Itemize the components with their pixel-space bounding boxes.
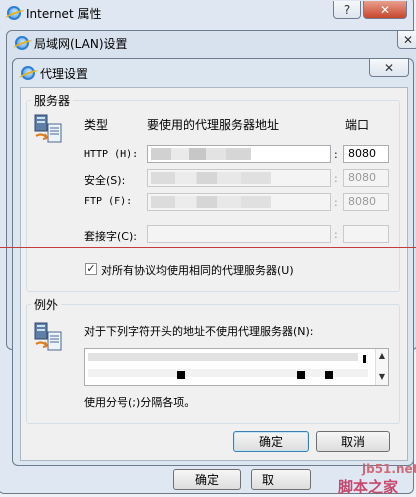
proxy-settings-dialog: 代理设置 ✕ 服务器 类型 要使用的代理服务器地址 端口 HTTP (H): :… (12, 58, 414, 466)
address-column-header: 要使用的代理服务器地址 (147, 118, 280, 132)
help-button[interactable]: ? (333, 1, 361, 19)
scroll-down-icon[interactable]: ▼ (376, 370, 388, 383)
internet-properties-ok-button[interactable]: 确定 (173, 469, 241, 490)
watermark-site: jb51.net (362, 462, 416, 476)
ftp-separator: : (334, 196, 338, 209)
same-proxy-label[interactable]: 对所有协议均使用相同的代理服务器(U) (101, 262, 294, 278)
ftp-port-input[interactable]: 8080 (343, 193, 389, 211)
http-port-input[interactable]: 8080 (343, 145, 389, 163)
secure-label: 安全(S): (84, 174, 126, 187)
secure-address-input[interactable] (147, 169, 331, 187)
internet-explorer-icon (15, 36, 29, 50)
close-button[interactable]: ✕ (363, 1, 407, 19)
server-network-icon (34, 114, 62, 143)
exceptions-instruction: 对于下列字符开头的地址不使用代理服务器(N): (84, 325, 314, 338)
scroll-up-icon[interactable]: ▲ (376, 349, 388, 362)
check-icon: ✓ (86, 262, 96, 275)
help-icon: ? (343, 2, 351, 17)
port-column-header: 端口 (345, 118, 370, 132)
proxy-settings-body: 服务器 类型 要使用的代理服务器地址 端口 HTTP (H): : 8080 安… (20, 87, 408, 461)
http-separator: : (334, 148, 338, 161)
secure-separator: : (334, 172, 338, 185)
servers-legend: 服务器 (34, 94, 71, 108)
same-proxy-checkbox[interactable]: ✓ (85, 263, 97, 275)
ftp-label: FTP (F): (84, 196, 133, 207)
internet-explorer-icon (7, 6, 21, 20)
socks-port-input[interactable] (343, 225, 389, 243)
internet-explorer-icon (21, 66, 35, 80)
http-label: HTTP (H): (84, 149, 139, 160)
close-icon: ✕ (383, 60, 395, 75)
ok-button[interactable]: 确定 (233, 431, 309, 452)
proxy-close-button[interactable]: ✕ (369, 59, 409, 77)
close-icon: ✕ (379, 2, 391, 17)
exceptions-textarea[interactable]: ▲ ▼ (84, 348, 389, 386)
ftp-address-input[interactable] (147, 193, 331, 211)
annotation-line (0, 247, 416, 248)
internet-properties-title: Internet 属性 (26, 6, 102, 21)
proxy-settings-title: 代理设置 (40, 66, 89, 81)
exceptions-legend: 例外 (34, 298, 59, 312)
proxy-settings-titlebar: 代理设置 (13, 61, 413, 85)
exceptions-server-icon (34, 322, 62, 351)
http-address-input[interactable] (147, 145, 331, 163)
lan-settings-titlebar: 局域网(LAN)设置 (7, 31, 416, 55)
close-icon: ✕ (402, 32, 414, 47)
cancel-button[interactable]: 取消 (316, 431, 390, 452)
lan-settings-title: 局域网(LAN)设置 (34, 36, 128, 51)
internet-properties-cancel-button[interactable]: 取 (251, 469, 311, 490)
exceptions-hint: 使用分号(;)分隔各项。 (84, 396, 196, 409)
lan-close-button[interactable]: ✕ (397, 31, 416, 49)
socks-label: 套接字(C): (84, 230, 137, 243)
socks-address-input[interactable] (147, 225, 331, 243)
secure-port-input[interactable]: 8080 (343, 169, 389, 187)
socks-separator: : (334, 228, 338, 241)
exceptions-scrollbar[interactable]: ▲ ▼ (375, 349, 388, 385)
type-column-header: 类型 (84, 118, 109, 132)
